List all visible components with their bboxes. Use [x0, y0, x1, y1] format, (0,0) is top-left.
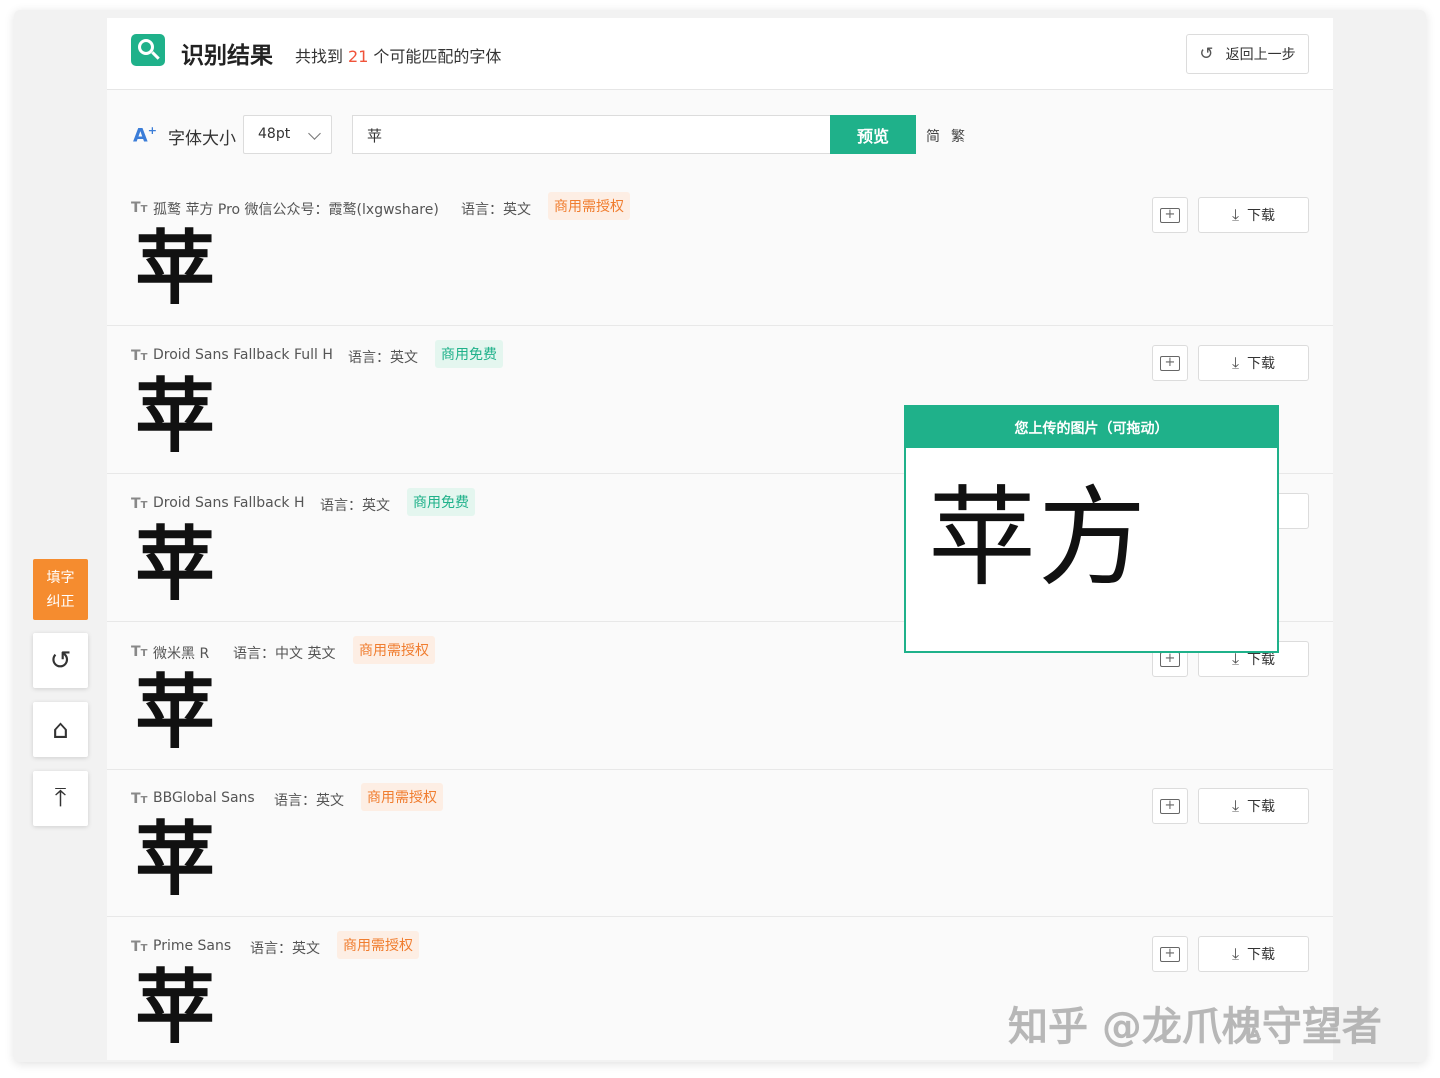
font-preview-glyph: 苹: [135, 518, 215, 611]
add-to-folder-button[interactable]: +: [1152, 345, 1188, 381]
font-type-icon: TT: [131, 939, 148, 955]
font-name: 孤鹜 苹方 Pro 微信公众号：霞鹜(lxgwshare): [153, 202, 439, 218]
result-row: TT 孤鹜 苹方 Pro 微信公众号：霞鹜(lxgwshare) 语言：英文 商…: [107, 179, 1333, 326]
font-preview-glyph: 苹: [135, 370, 215, 463]
font-language: 语言：中文 英文: [233, 646, 336, 662]
result-row: TT BBGlobal Sans 语言：英文 商用需授权 苹 + ⤓ 下载: [107, 770, 1333, 917]
preview-text-input[interactable]: 苹: [352, 115, 832, 154]
font-type-icon: TT: [131, 348, 148, 364]
license-badge: 商用免费: [407, 488, 475, 516]
font-language: 语言：英文: [348, 350, 418, 366]
simplified-toggle[interactable]: 简: [926, 126, 940, 146]
download-icon: ⤓: [1231, 944, 1240, 963]
download-icon: ⤓: [1231, 205, 1240, 224]
license-badge: 商用需授权: [361, 783, 443, 811]
download-icon: ⤓: [1231, 796, 1240, 815]
license-badge: 商用需授权: [337, 931, 419, 959]
font-name: Droid Sans Fallback Full H: [153, 347, 333, 363]
font-type-icon: TT: [131, 791, 148, 807]
download-icon: ⤓: [1231, 353, 1240, 372]
font-language: 语言：英文: [320, 498, 390, 514]
font-name: Droid Sans Fallback H: [153, 495, 305, 511]
preview-button[interactable]: 预览: [830, 115, 916, 154]
results-header: 识别结果 共找到 21 个可能匹配的字体 ↺ 返回上一步: [107, 18, 1333, 90]
home-icon: ⌂: [52, 714, 69, 745]
font-language: 语言：英文: [274, 793, 344, 809]
back-button[interactable]: ↺ 返回上一步: [1186, 34, 1309, 74]
font-size-label: 字体大小: [168, 129, 236, 149]
font-language: 语言：英文: [461, 202, 531, 218]
font-preview-glyph: 苹: [135, 666, 215, 759]
undo-button[interactable]: ↺: [33, 633, 88, 688]
match-count-text: 共找到 21 个可能匹配的字体: [295, 47, 502, 66]
uploaded-image: 苹方: [928, 476, 1149, 601]
font-type-icon: TT: [131, 496, 148, 512]
license-badge: 商用需授权: [353, 636, 435, 664]
fill-correct-button[interactable]: 填字 纠正: [33, 559, 88, 620]
download-button[interactable]: ⤓下载: [1198, 345, 1309, 381]
traditional-toggle[interactable]: 繁: [951, 126, 965, 146]
back-to-top-button[interactable]: ⤒: [33, 771, 88, 826]
folder-plus-icon: +: [1160, 798, 1180, 814]
font-language: 语言：英文: [250, 941, 320, 957]
download-button[interactable]: ⤓下载: [1198, 788, 1309, 824]
download-button[interactable]: ⤓下载: [1198, 936, 1309, 972]
font-size-icon: A+: [133, 124, 157, 147]
watermark: 知乎 @龙爪槐守望者: [1008, 1004, 1382, 1050]
font-preview-glyph: 苹: [135, 961, 215, 1054]
font-name: BBGlobal Sans: [153, 790, 255, 806]
uploaded-image-popup[interactable]: 您上传的图片（可拖动） 苹方: [904, 405, 1279, 653]
font-preview-glyph: 苹: [135, 222, 215, 315]
search-logo-icon: [131, 34, 165, 66]
undo-icon: ↺: [1199, 44, 1214, 64]
page-title: 识别结果: [181, 43, 273, 69]
font-size-select[interactable]: 48pt: [243, 115, 332, 154]
license-badge: 商用需授权: [548, 192, 630, 220]
add-to-folder-button[interactable]: +: [1152, 788, 1188, 824]
back-to-top-icon: ⤒: [54, 783, 67, 813]
preview-toolbar: A+ 字体大小 48pt 苹 预览 简 繁: [107, 91, 1333, 179]
folder-plus-icon: +: [1160, 651, 1180, 667]
folder-plus-icon: +: [1160, 946, 1180, 962]
home-button[interactable]: ⌂: [33, 702, 88, 757]
undo-icon: ↺: [49, 645, 72, 676]
match-count: 21: [348, 47, 369, 66]
popup-title[interactable]: 您上传的图片（可拖动）: [906, 407, 1277, 448]
add-to-folder-button[interactable]: +: [1152, 197, 1188, 233]
font-name: Prime Sans: [153, 938, 232, 954]
download-button[interactable]: ⤓下载: [1198, 197, 1309, 233]
font-name: 微米黑 R: [153, 646, 210, 662]
chevron-down-icon: [308, 127, 321, 140]
font-preview-glyph: 苹: [135, 813, 215, 906]
license-badge: 商用免费: [435, 340, 503, 368]
font-type-icon: TT: [131, 200, 148, 216]
add-to-folder-button[interactable]: +: [1152, 936, 1188, 972]
folder-plus-icon: +: [1160, 355, 1180, 371]
folder-plus-icon: +: [1160, 207, 1180, 223]
font-type-icon: TT: [131, 644, 148, 660]
